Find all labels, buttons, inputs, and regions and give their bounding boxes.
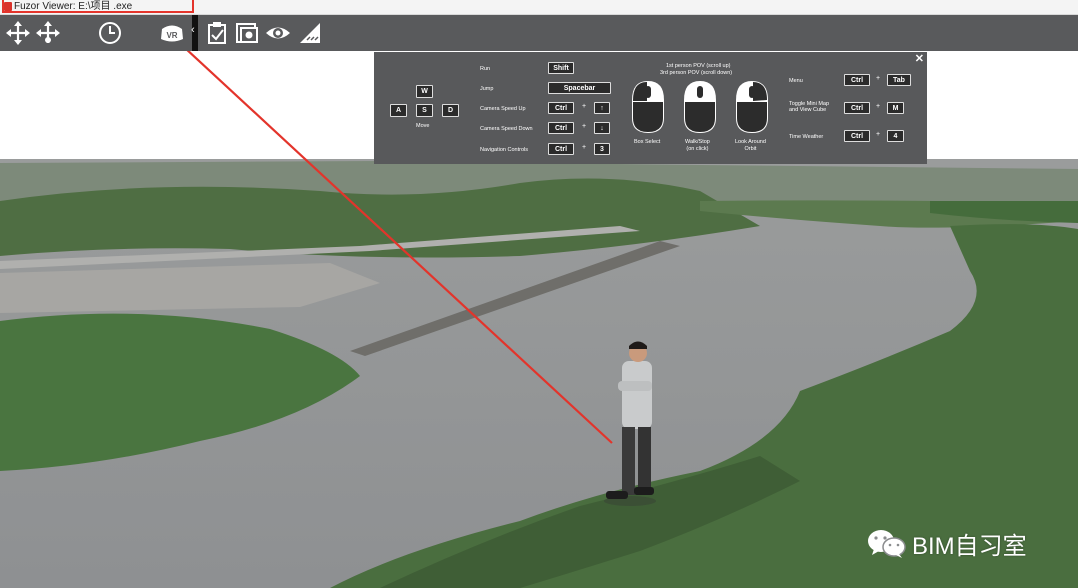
key-m: M bbox=[887, 102, 904, 114]
key-ctrl: Ctrl bbox=[844, 102, 870, 114]
svg-text:VR: VR bbox=[166, 31, 177, 40]
move-label: Move bbox=[416, 123, 430, 129]
mouse-drag-icon bbox=[736, 81, 768, 133]
title-highlight-box bbox=[2, 0, 194, 13]
key-s: S bbox=[416, 104, 433, 117]
key-4: 4 bbox=[887, 130, 904, 142]
eye-icon bbox=[266, 27, 290, 39]
key-ctrl: Ctrl bbox=[548, 122, 574, 134]
navigation-controls-label: Navigation Controls bbox=[480, 147, 528, 153]
look-around-label: Look Around Orbit bbox=[735, 139, 766, 152]
mouse-left-click-icon bbox=[632, 81, 664, 133]
fly-icon bbox=[36, 21, 60, 43]
key-tab: Tab bbox=[887, 74, 911, 86]
run-label: Run bbox=[480, 66, 491, 72]
wechat-icon bbox=[868, 529, 906, 558]
plus-sign: + bbox=[876, 75, 881, 82]
key-arrow-down: ↓ bbox=[594, 122, 610, 134]
walk-stop-label: Walk/Stop (on click) bbox=[685, 139, 710, 152]
clock-icon bbox=[99, 22, 121, 44]
pov-line-2: 3rd person POV (scroll down) bbox=[660, 70, 733, 76]
key-a: A bbox=[390, 104, 407, 117]
vr-headset-icon: VR bbox=[161, 25, 183, 42]
key-ctrl: Ctrl bbox=[844, 74, 870, 86]
controls-help-panel: ✕ W A S D Move Run Shift Jump Spacebar C… bbox=[374, 52, 927, 164]
close-icon[interactable]: ✕ bbox=[915, 54, 924, 65]
pov-line-1: 1st person POV (scroll up) bbox=[666, 63, 731, 69]
fly-button[interactable] bbox=[33, 18, 63, 48]
measure-button[interactable] bbox=[295, 18, 325, 48]
key-3: 3 bbox=[594, 143, 610, 155]
toggle-minimap-label: Toggle Mini Map and View Cube bbox=[789, 101, 830, 113]
mouse-right-click-icon bbox=[684, 81, 716, 133]
menu-label: Menu bbox=[789, 78, 803, 84]
plus-sign: + bbox=[582, 144, 587, 151]
time-button[interactable] bbox=[95, 18, 125, 48]
box-select-label: Box Select bbox=[634, 139, 661, 145]
key-spacebar: Spacebar bbox=[548, 82, 611, 94]
plus-sign: + bbox=[582, 103, 587, 110]
watermark: BIM自习室 bbox=[866, 526, 1027, 561]
screenshot-button[interactable] bbox=[232, 18, 262, 48]
move-icon bbox=[6, 21, 30, 45]
camera-icon bbox=[236, 23, 258, 43]
key-shift: Shift bbox=[548, 62, 574, 74]
key-ctrl: Ctrl bbox=[548, 102, 574, 114]
camera-speed-up-label: Camera Speed Up bbox=[480, 106, 526, 112]
key-ctrl: Ctrl bbox=[548, 143, 574, 155]
key-ctrl: Ctrl bbox=[844, 130, 870, 142]
time-weather-label: Time Weather bbox=[789, 134, 824, 140]
viewport-3d[interactable]: ✕ W A S D Move Run Shift Jump Spacebar C… bbox=[0, 51, 1078, 588]
plus-sign: + bbox=[582, 123, 587, 130]
key-w: W bbox=[416, 85, 433, 98]
move-button[interactable] bbox=[3, 18, 33, 48]
camera-speed-down-label: Camera Speed Down bbox=[480, 126, 533, 132]
visibility-button[interactable] bbox=[263, 18, 293, 48]
measure-icon bbox=[300, 23, 320, 43]
key-arrow-up: ↑ bbox=[594, 102, 610, 114]
plus-sign: + bbox=[876, 103, 881, 110]
vr-button[interactable]: VR bbox=[157, 18, 187, 48]
key-d: D bbox=[442, 104, 459, 117]
plus-sign: + bbox=[876, 131, 881, 138]
toolbar: VR bbox=[0, 15, 1078, 51]
watermark-text: BIM自习室 bbox=[912, 533, 1027, 560]
chevron-left-icon[interactable]: ‹ bbox=[191, 24, 195, 36]
clipboard-button[interactable] bbox=[202, 18, 232, 48]
clipboard-icon bbox=[208, 22, 226, 44]
title-bar: Fuzor Viewer: E:\项目 .exe bbox=[0, 0, 1078, 15]
jump-label: Jump bbox=[480, 86, 494, 92]
